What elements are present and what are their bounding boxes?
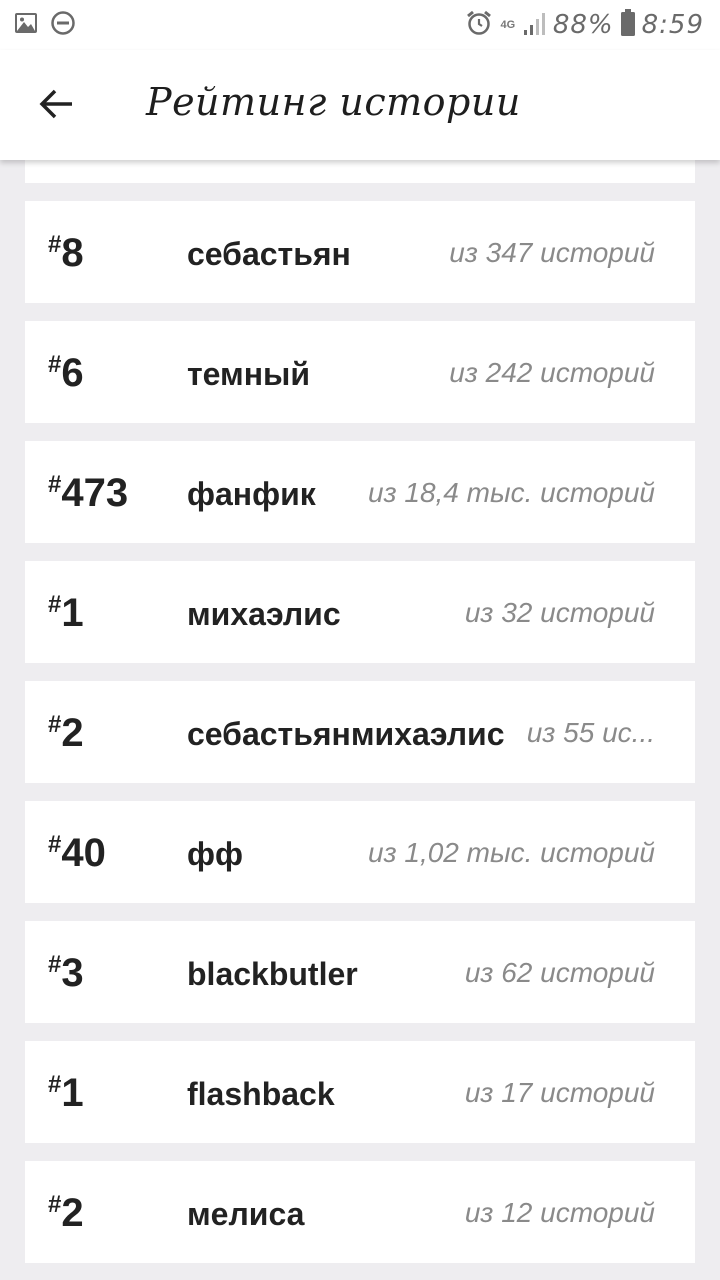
- ranking-card[interactable]: # 2 мелиса из 12 историй: [25, 1161, 695, 1263]
- tag-name: blackbutler: [187, 956, 358, 992]
- rank: # 6: [48, 351, 84, 395]
- rank-hash: #: [48, 711, 62, 738]
- page-title: Рейтинг истории: [146, 80, 521, 124]
- story-count: из 18,4 тыс. историй: [368, 477, 655, 508]
- ranking-card[interactable]: # 1 михаэлис из 32 историй: [25, 561, 695, 663]
- rank: # 8: [48, 231, 84, 275]
- signal-icon: [523, 10, 547, 41]
- ranking-card[interactable]: # 2 себастьянмихаэлис из 55 ис...: [25, 681, 695, 783]
- rank: # 1: [48, 1071, 84, 1115]
- arrow-left-icon: [38, 88, 74, 125]
- story-count: из 32 историй: [464, 597, 655, 628]
- clock: 8:59: [641, 10, 704, 40]
- alarm-icon: [465, 9, 493, 42]
- network-type: 4G: [500, 18, 516, 31]
- rank-hash: #: [48, 1191, 62, 1218]
- story-count: из 12 историй: [464, 1197, 655, 1228]
- rank-number: 6: [61, 351, 84, 395]
- story-count: из 62 историй: [464, 957, 655, 988]
- rank-number: 1: [61, 1071, 84, 1115]
- ranking-card[interactable]: # 6 темный из 242 историй: [25, 321, 695, 423]
- image-icon: [14, 11, 38, 40]
- rank-number: 2: [61, 1191, 84, 1235]
- rank: # 1: [48, 591, 84, 635]
- tag-name: фанфик: [187, 476, 316, 512]
- back-button[interactable]: [32, 86, 80, 126]
- battery-icon: [620, 8, 636, 42]
- tag-name: flashback: [187, 1076, 335, 1112]
- ranking-card[interactable]: # 473 фанфик из 18,4 тыс. историй: [25, 441, 695, 543]
- app-bar: Рейтинг истории: [0, 50, 720, 160]
- dnd-icon: [50, 10, 76, 41]
- tag-name: темный: [187, 356, 311, 392]
- tag-name: себастьянмихаэлис: [187, 716, 505, 752]
- rank-hash: #: [48, 351, 62, 378]
- rank: # 3: [48, 951, 84, 995]
- status-bar-right: 4G 88% 8:59: [465, 8, 704, 42]
- tag-name: себастьян: [187, 236, 351, 272]
- story-count: из 17 историй: [464, 1077, 655, 1108]
- ranking-card[interactable]: # 1 flashback из 17 историй: [25, 1041, 695, 1143]
- rank: # 2: [48, 1191, 84, 1235]
- ranking-card-partial[interactable]: [25, 160, 695, 183]
- tag-name: мелиса: [187, 1196, 305, 1232]
- rank-number: 40: [61, 831, 106, 875]
- battery-percent: 88%: [552, 10, 614, 40]
- rank-number: 473: [61, 471, 129, 515]
- rank-number: 2: [61, 711, 84, 755]
- rank-number: 8: [61, 231, 84, 275]
- story-count: из 242 историй: [449, 357, 655, 388]
- tag-name: фф: [187, 836, 243, 872]
- rank: # 40: [48, 831, 106, 875]
- rank: # 2: [48, 711, 84, 755]
- rank-hash: #: [48, 231, 62, 258]
- tag-name: михаэлис: [187, 596, 341, 632]
- rank: # 473: [48, 471, 128, 515]
- story-count: из 347 историй: [449, 237, 655, 268]
- story-count: из 55 ис...: [526, 717, 655, 748]
- rank-number: 3: [61, 951, 84, 995]
- rank-hash: #: [48, 951, 62, 978]
- story-count: из 1,02 тыс. историй: [368, 837, 655, 868]
- ranking-card[interactable]: # 3 blackbutler из 62 историй: [25, 921, 695, 1023]
- rank-hash: #: [48, 471, 62, 498]
- rank-hash: #: [48, 1071, 62, 1098]
- rank-number: 1: [61, 591, 84, 635]
- rank-hash: #: [48, 831, 62, 858]
- status-bar-left: [14, 10, 76, 41]
- status-bar: 4G 88% 8:59: [0, 0, 720, 50]
- rank-hash: #: [48, 591, 62, 618]
- ranking-card[interactable]: # 40 фф из 1,02 тыс. историй: [25, 801, 695, 903]
- ranking-card[interactable]: # 8 себастьян из 347 историй: [25, 201, 695, 303]
